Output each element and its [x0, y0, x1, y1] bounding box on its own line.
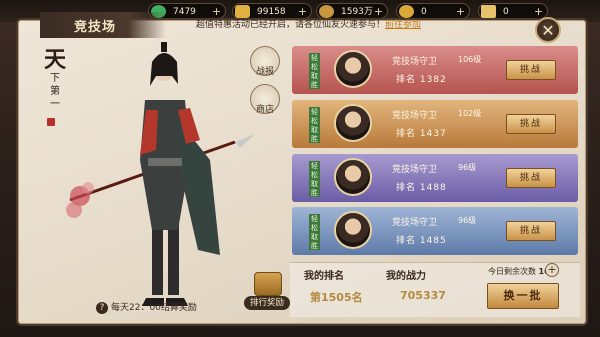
opponent-rank: 排名 1488: [396, 183, 447, 193]
add-scroll-button[interactable]: +: [532, 5, 545, 18]
settlement-info: ? 每天22：00结算奖励: [96, 300, 197, 314]
avatar[interactable]: [334, 104, 372, 142]
add-attempts-button[interactable]: +: [545, 263, 559, 277]
notice-link[interactable]: 前往参加: [385, 20, 421, 30]
jade-value: 7479: [173, 7, 196, 17]
close-icon: ✕: [541, 21, 555, 40]
my-power-value: 705337: [400, 289, 446, 302]
challenge-button[interactable]: 挑战: [506, 221, 556, 241]
rank-reward-label: 排行奖励: [244, 296, 290, 310]
opponent-card: 轻松取胜 竞技场守卫 96级 排名 1485 挑战: [292, 207, 578, 255]
help-icon[interactable]: ?: [96, 302, 108, 314]
notice-text: 超值特惠活动已经开启，请各位仙友火速参与！: [196, 20, 386, 30]
opponent-card: 轻松取胜 竞技场守卫 96级 排名 1488 挑战: [292, 154, 578, 202]
easy-win-tag: 轻松取胜: [309, 107, 320, 143]
opponent-rank: 排名 1485: [396, 236, 447, 246]
my-power-label: 我的战力: [386, 271, 426, 282]
opponent-name: 竞技场守卫: [392, 57, 438, 67]
title-tab: 竞技场: [40, 12, 166, 38]
opponent-level: 96级: [458, 216, 477, 225]
avatar[interactable]: [334, 50, 372, 88]
opponent-rank: 排名 1437: [396, 129, 447, 139]
opponent-card: 轻松取胜 竞技场守卫 106级 排名 1382 挑战: [292, 46, 578, 94]
opponent-rank: 排名 1382: [396, 75, 447, 85]
close-button[interactable]: ✕: [535, 17, 561, 43]
challenge-button[interactable]: 挑战: [506, 60, 556, 80]
remaining-label: 今日剩余次数: [488, 267, 536, 276]
hero-character: [66, 42, 255, 306]
scroll-value: 0: [503, 7, 509, 17]
opponent-level: 106级: [458, 55, 482, 64]
treasure-chest-icon: [254, 272, 282, 296]
opponent-name: 竞技场守卫: [392, 111, 438, 121]
opponent-level: 96级: [458, 163, 477, 172]
my-rank-value: 第1505名: [310, 291, 363, 304]
easy-win-tag: 轻松取胜: [309, 161, 320, 197]
scroll-resource: 0 +: [478, 3, 548, 19]
easy-win-tag: 轻松取胜: [309, 53, 320, 89]
challenge-button[interactable]: 挑战: [506, 168, 556, 188]
remaining-attempts: 今日剩余次数 10: [488, 266, 550, 277]
opponent-card: 轻松取胜 竞技场守卫 102级 排名 1437 挑战: [292, 100, 578, 148]
refresh-opponents-button[interactable]: 换一批: [487, 283, 559, 309]
avatar[interactable]: [334, 211, 372, 249]
arena-screen: 7479 + 99158 + 1593万 + 0 + 0 + 竞技场 超值特惠活…: [0, 0, 600, 337]
battle-report-label: 战报: [255, 67, 274, 77]
scroll-token-icon: [481, 5, 496, 18]
my-rank-label: 我的排名: [304, 271, 344, 282]
shop-label: 商店: [255, 105, 274, 115]
event-notice: 超值特惠活动已经开启，请各位仙友火速参与！前往参加: [196, 16, 456, 34]
opponent-name: 竞技场守卫: [392, 165, 438, 175]
rank-reward-button[interactable]: 排行奖励: [244, 272, 290, 310]
red-seal: [47, 118, 55, 126]
challenge-button[interactable]: 挑战: [506, 114, 556, 134]
opponent-level: 102级: [458, 109, 482, 118]
easy-win-tag: 轻松取胜: [309, 214, 320, 250]
opponent-name: 竞技场守卫: [392, 218, 438, 228]
settle-text: 每天22：00结算奖励: [111, 303, 197, 313]
avatar[interactable]: [334, 158, 372, 196]
page-title: 竞技场: [74, 20, 117, 35]
